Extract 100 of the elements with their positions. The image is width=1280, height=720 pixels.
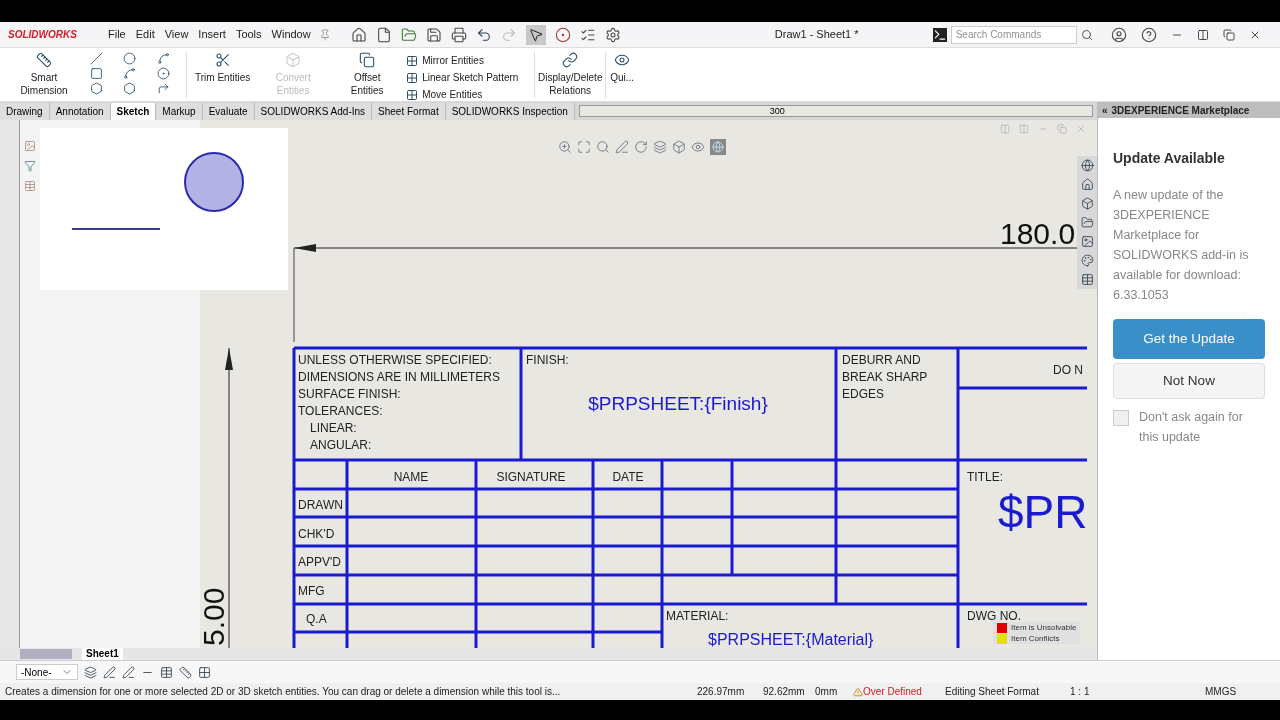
ribbon-command[interactable]: Move Entities [406,86,535,103]
warning-icon [853,686,863,697]
format-tool-icon[interactable] [84,665,97,679]
search-icon[interactable] [1080,28,1093,41]
ribbon-command[interactable]: Qui... [606,52,639,98]
format-tool-icon[interactable] [198,665,211,679]
ribbon-command[interactable]: Display/Delete Relations [535,52,606,98]
ribbon-tab[interactable]: Sheet Format [372,103,446,120]
pattern-icon [406,54,419,67]
menu-item[interactable]: File [108,26,126,43]
dimension-value: 5.00 [200,587,230,646]
layer-dropdown[interactable]: -None- [16,664,78,680]
legend-label: Item Conflicts [1011,633,1060,644]
menu-item[interactable]: Edit [135,26,155,43]
new-document-icon[interactable] [375,26,392,43]
ribbon-tab[interactable]: Evaluate [202,103,255,120]
ribbon-tab[interactable]: Annotation [49,103,111,120]
column-header: DATE [612,470,644,484]
sketch-tool-icon[interactable] [90,67,103,80]
sketch-tool-icon[interactable] [90,82,103,95]
table-icon[interactable] [1080,273,1094,286]
pin-icon[interactable] [318,28,331,41]
ribbon-tab[interactable]: SOLIDWORKS Add-Ins [254,103,373,120]
view-tool-icon[interactable] [653,140,667,154]
search-field[interactable]: Search Commands [950,25,1077,44]
title-block-note: UNLESS OTHERWISE SPECIFIED: [298,353,492,367]
row-label: MFG [298,583,325,598]
ribbon-command[interactable]: Trim Entities [191,52,255,98]
title-block-label: DWG NO. [967,609,1021,623]
sketch-tool-icon[interactable] [123,82,137,95]
view-tool-icon[interactable] [615,140,629,154]
ribbon-command[interactable]: Offset Entities [332,52,403,98]
title-block-label: MATERIAL: [666,609,729,623]
settings-icon[interactable] [604,26,621,43]
tile-icon[interactable] [1196,28,1209,41]
status-units: MMGS [1205,685,1237,699]
user-icon[interactable] [1110,26,1127,43]
palette-icon[interactable] [1080,254,1094,267]
sketch-tool-icon[interactable] [156,52,170,65]
view-tool-icon[interactable] [634,140,648,154]
ruler-icon [36,52,52,68]
legend-label: Item is Unsolvable [1011,622,1077,633]
ribbon-tab[interactable]: Drawing [0,103,50,120]
filter-icon[interactable] [24,160,36,172]
title-block-note: DEBURR AND [842,353,921,367]
undo-icon[interactable] [475,26,492,43]
help-icon[interactable] [1140,26,1157,43]
format-tool-icon[interactable] [160,665,173,679]
row-label: APPV'D [298,555,341,570]
format-tool-icon[interactable] [179,665,192,679]
ribbon-tab[interactable]: Markup [156,103,203,120]
ribbon-tab[interactable]: SOLIDWORKS Inspection [445,103,575,120]
pattern-icon [406,88,419,101]
picture-icon[interactable] [1080,235,1094,248]
library-icon[interactable] [1080,197,1094,210]
folder-icon[interactable] [1080,216,1094,229]
ribbon-command[interactable]: Mirror Entities [406,52,535,69]
sheet-icon[interactable] [24,140,36,152]
scissors-icon [214,52,231,68]
cube-icon [285,52,302,68]
title-block-note: TOLERANCES: [298,404,383,418]
view-tool-icon[interactable] [596,140,610,154]
sketch-tool-icon[interactable] [123,52,137,65]
home-icon[interactable] [1080,178,1094,191]
offset-icon [359,52,376,68]
format-tool-icon[interactable] [103,665,116,679]
sheet-tab[interactable]: Sheet1 [82,648,123,660]
title-block-note: SURFACE FINISH: [298,387,401,401]
not-now-button[interactable]: Not Now [1113,363,1265,399]
format-tool-icon[interactable] [122,665,135,679]
restore-icon[interactable] [1222,28,1235,41]
save-icon[interactable] [425,26,442,43]
menu-item[interactable]: Insert [198,26,226,43]
folder-icon[interactable] [400,26,417,43]
ribbon-command[interactable]: Linear Sketch Pattern [406,69,535,86]
title-block-value: $PRPSHEET:{Material} [708,631,874,648]
home-icon[interactable] [350,26,367,43]
table-icon[interactable] [24,180,36,192]
menu-item[interactable]: Window [271,26,311,43]
ribbon-command[interactable]: Smart Dimension [9,52,79,97]
get-update-button[interactable]: Get the Update [1113,319,1265,359]
menu-item[interactable]: View [164,26,189,43]
globe-icon[interactable] [1080,159,1094,172]
view-tool-icon[interactable] [558,140,572,154]
status-message: Creates a dimension for one or more selected 2D or 3D sketch entities. You can drag or delete a dimension while this tool is... [5,685,562,699]
checkbox[interactable] [1113,410,1129,426]
view-tool-icon[interactable] [691,140,705,154]
menu-item[interactable]: Tools [235,26,262,43]
sketch-tool-icon[interactable] [156,67,170,80]
title-block-note: DIMENSIONS ARE IN MILLIMETERS [298,370,501,384]
print-icon[interactable] [450,26,467,43]
sketch-tool-icon[interactable] [123,67,137,80]
sketch-tool-icon[interactable] [90,52,103,65]
view-tool-icon[interactable] [672,140,686,154]
pointer-icon [527,26,544,43]
pattern-icon [406,71,419,84]
select-button[interactable] [525,24,546,45]
ribbon-tab[interactable]: Sketch [110,103,157,120]
sketch-tool-icon[interactable] [156,82,170,95]
collapse-button[interactable]: « [1102,102,1108,118]
